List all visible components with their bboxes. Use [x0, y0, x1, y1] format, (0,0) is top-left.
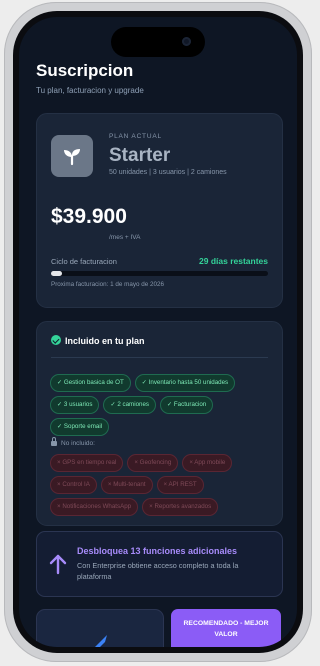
included-features-card: Incluido en tu plan ✓ Gestion basica de …: [36, 321, 283, 526]
page-subtitle: Tu plan, facturacion y upgrade: [36, 86, 144, 95]
divider: [51, 357, 268, 358]
plan-details: 50 unidades | 3 usuarios | 2 camiones: [109, 169, 227, 176]
upgrade-description: Con Enterprise obtiene acceso completo a…: [77, 561, 239, 581]
excluded-feature-chip: × API REST: [156, 476, 204, 494]
arrow-up-icon: [49, 554, 67, 575]
not-included-feature-list: × GPS en tiempo real × Geofencing × App …: [50, 454, 272, 516]
included-feature-list: ✓ Gestion basica de OT ✓ Inventario hast…: [50, 374, 272, 436]
sprout-icon: [64, 149, 80, 166]
excluded-feature-chip: × Geofencing: [127, 454, 179, 472]
phone-bezel: Suscripcion Tu plan, facturacion y upgra…: [13, 11, 303, 653]
recommended-line-2: VALOR: [214, 631, 238, 638]
feature-chip: ✓ Facturacion: [160, 396, 214, 414]
plan-label: PLAN ACTUAL: [109, 133, 162, 140]
excluded-feature-chip: × Multi-tenant: [100, 476, 153, 494]
billing-progress-fill: [51, 271, 62, 276]
billing-progress-bar: [51, 271, 268, 276]
lock-icon: [51, 437, 57, 446]
not-included-label: No incluido:: [51, 437, 95, 447]
excluded-feature-chip: × GPS en tiempo real: [50, 454, 124, 472]
days-remaining: 29 días restantes: [199, 256, 268, 266]
recommended-line-1: RECOMENDADO - MEJOR: [183, 620, 269, 627]
recommended-badge: RECOMENDADO - MEJOR VALOR: [171, 618, 281, 640]
feature-chip: ✓ Gestion basica de OT: [50, 374, 131, 392]
not-included-text: No incluido:: [61, 440, 95, 447]
upgrade-banner[interactable]: Desbloquea 13 funciones adicionales Con …: [36, 531, 283, 597]
billing-cycle-label: Ciclo de facturacion: [51, 257, 117, 266]
upgrade-title: Desbloquea 13 funciones adicionales: [77, 546, 238, 556]
plan-logo: [51, 135, 93, 177]
excluded-feature-chip: × App mobile: [182, 454, 233, 472]
next-billing-date: Proxima facturacion: 1 de mayo de 2026: [51, 281, 165, 288]
subscription-page: Suscripcion Tu plan, facturacion y upgra…: [19, 17, 297, 647]
excluded-feature-chip: × Notificaciones WhatsApp: [50, 498, 139, 516]
rocket-icon: [95, 635, 107, 647]
plan-option-card[interactable]: [36, 609, 164, 647]
app-screen: Suscripcion Tu plan, facturacion y upgra…: [19, 17, 297, 647]
plan-name: Starter: [109, 145, 171, 166]
price-period: /mes + IVA: [109, 234, 141, 241]
page-title: Suscripcion: [36, 61, 134, 80]
feature-chip: ✓ Inventario hasta 50 unidades: [134, 374, 236, 392]
included-heading: Incluido en tu plan: [51, 335, 145, 346]
excluded-feature-chip: × Reportes avanzados: [142, 498, 219, 516]
recommended-plan-card[interactable]: RECOMENDADO - MEJOR VALOR: [171, 609, 281, 647]
phone-frame: Suscripcion Tu plan, facturacion y upgra…: [4, 2, 312, 662]
camera-icon: [182, 37, 191, 46]
included-heading-text: Incluido en tu plan: [65, 336, 145, 346]
dynamic-island: [111, 27, 205, 57]
current-plan-card: PLAN ACTUAL Starter 50 unidades | 3 usua…: [36, 113, 283, 308]
feature-chip: ✓ 2 camiones: [103, 396, 156, 414]
feature-chip: ✓ Soporte email: [50, 418, 110, 436]
check-circle-icon: [51, 335, 61, 345]
plan-price: $39.900: [51, 205, 127, 228]
feature-chip: ✓ 3 usuarios: [50, 396, 100, 414]
excluded-feature-chip: × Control IA: [50, 476, 97, 494]
